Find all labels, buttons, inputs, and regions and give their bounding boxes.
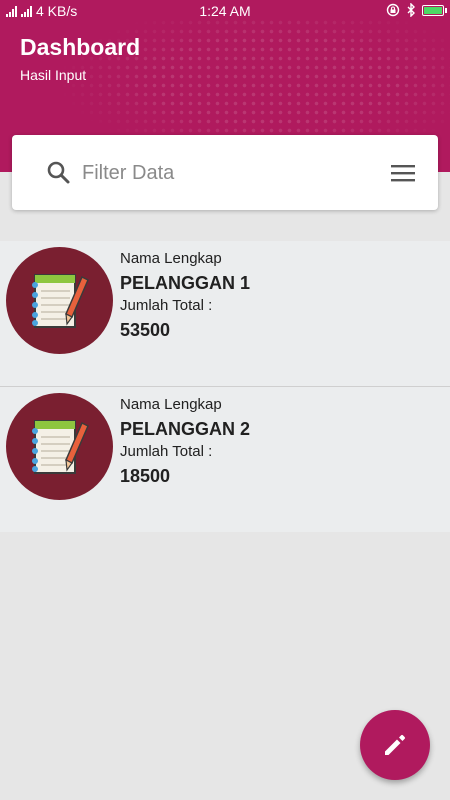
menu-icon[interactable]	[390, 161, 416, 185]
add-input-button[interactable]	[360, 710, 430, 780]
customer-name: PELANGGAN 2	[120, 419, 251, 439]
search-bar	[12, 135, 438, 210]
search-icon[interactable]	[45, 159, 73, 187]
list-item[interactable]: Nama Lengkap PELANGGAN 1 Jumlah Total : …	[0, 241, 450, 386]
total-label: Jumlah Total :	[120, 443, 213, 460]
name-label: Nama Lengkap	[120, 250, 222, 267]
status-bar: 4 KB/s 1:24 AM	[0, 0, 450, 22]
avatar	[6, 247, 113, 354]
total-value: 18500	[120, 466, 171, 486]
notebook-pencil-icon	[32, 420, 89, 474]
customer-name: PELANGGAN 1	[120, 273, 251, 293]
page-title: Dashboard	[20, 34, 141, 60]
notebook-pencil-icon	[32, 274, 89, 328]
status-time: 1:24 AM	[199, 3, 251, 19]
lock-rotation-icon	[386, 3, 400, 17]
list-item[interactable]: Nama Lengkap PELANGGAN 2 Jumlah Total : …	[0, 387, 450, 532]
avatar	[6, 393, 113, 500]
total-value: 53500	[120, 320, 171, 340]
bluetooth-icon	[407, 3, 415, 17]
status-right	[386, 3, 447, 17]
battery-icon	[422, 4, 447, 16]
page-subtitle: Hasil Input	[20, 67, 87, 83]
filter-input[interactable]	[82, 155, 362, 191]
total-label: Jumlah Total :	[120, 297, 213, 314]
name-label: Nama Lengkap	[120, 396, 222, 413]
edit-pencil-icon	[385, 734, 406, 755]
